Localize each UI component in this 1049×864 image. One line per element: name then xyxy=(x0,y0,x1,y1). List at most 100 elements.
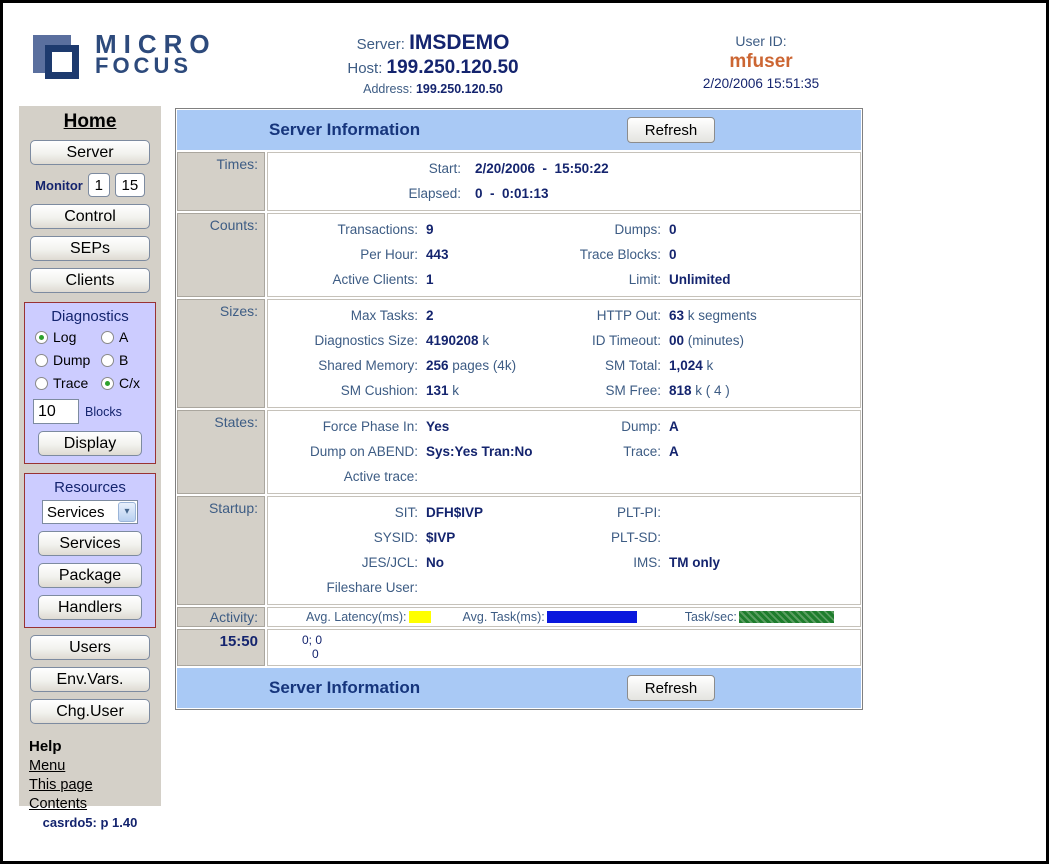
host-label: Host: xyxy=(347,60,382,77)
latency-color-swatch xyxy=(409,611,431,623)
radio-b-icon[interactable] xyxy=(101,354,114,367)
task-ms-legend-label: Avg. Task(ms): xyxy=(463,610,545,624)
radio-trace-icon[interactable] xyxy=(35,377,48,390)
radio-cx[interactable]: C/x xyxy=(101,375,157,391)
info-line: Per Hour:443Trace Blocks:0 xyxy=(268,242,860,267)
info-row-label: Times: xyxy=(177,152,265,211)
help-link-menu[interactable]: Menu xyxy=(29,758,161,774)
sidebar: Home Server Monitor Control SEPs Clients… xyxy=(19,106,161,806)
diagnostics-panel: Diagnostics Log A Dump B Trace C/x Block… xyxy=(24,302,156,464)
diagnostics-radio-group: Log A Dump B Trace C/x xyxy=(35,329,151,391)
envvars-button[interactable]: Env.Vars. xyxy=(30,667,150,692)
blocks-controls: Blocks xyxy=(33,399,151,424)
radio-dump[interactable]: Dump xyxy=(35,352,101,368)
info-line: SM Cushion:131 kSM Free:818 k ( 4 ) xyxy=(268,378,860,403)
address-label: Address: xyxy=(363,82,412,96)
header-timestamp: 2/20/2006 15:51:35 xyxy=(651,76,871,91)
services-button[interactable]: Services xyxy=(38,531,142,556)
activity-row-label: Activity: xyxy=(177,607,265,627)
footer-title: Server Information xyxy=(269,678,420,698)
monitor-controls: Monitor xyxy=(19,173,161,197)
user-id-value: mfuser xyxy=(651,51,871,73)
info-line: Transactions:9Dumps:0 xyxy=(268,217,860,242)
info-line: SYSID:$IVPPLT-SD: xyxy=(268,525,860,550)
clients-button[interactable]: Clients xyxy=(30,268,150,293)
history-line-2: 0 xyxy=(302,647,860,661)
radio-cx-icon[interactable] xyxy=(101,377,114,390)
radio-a[interactable]: A xyxy=(101,329,157,345)
radio-log[interactable]: Log xyxy=(35,329,101,345)
radio-dump-icon[interactable] xyxy=(35,354,48,367)
radio-b[interactable]: B xyxy=(101,352,157,368)
user-id-label: User ID: xyxy=(651,33,871,49)
info-line: Elapsed:0 - 0:01:13 xyxy=(268,181,860,206)
info-row-label: States: xyxy=(177,410,265,494)
control-button[interactable]: Control xyxy=(30,204,150,229)
info-line: Diagnostics Size:4190208 kID Timeout:00 … xyxy=(268,328,860,353)
radio-a-icon[interactable] xyxy=(101,331,114,344)
radio-log-icon[interactable] xyxy=(35,331,48,344)
chguser-button[interactable]: Chg.User xyxy=(30,699,150,724)
info-row: Startup:SIT:DFH$IVPPLT-PI:SYSID:$IVPPLT-… xyxy=(177,496,861,605)
version-text: casrdo5: p 1.40 xyxy=(19,815,161,830)
monitor-label: Monitor xyxy=(35,178,83,193)
blocks-label: Blocks xyxy=(85,405,122,419)
micro-focus-logo: MICRO FOCUS xyxy=(33,29,217,81)
resources-panel: Resources Services ▾ Services Package Ha… xyxy=(24,473,156,628)
server-information-header: Server Information Refresh xyxy=(177,110,861,150)
info-line: Fileshare User: xyxy=(268,575,860,600)
radio-trace[interactable]: Trace xyxy=(35,375,101,391)
server-identity: Server: IMSDEMO Host: 199.250.120.50 Add… xyxy=(288,31,578,96)
info-row-content: SIT:DFH$IVPPLT-PI:SYSID:$IVPPLT-SD:JES/J… xyxy=(267,496,861,605)
info-row-label: Sizes: xyxy=(177,299,265,408)
history-time-label: 15:50 xyxy=(177,629,265,666)
server-button[interactable]: Server xyxy=(30,140,150,165)
host-value: 199.250.120.50 xyxy=(387,57,519,78)
help-block: Help Menu This page Contents xyxy=(29,738,161,812)
history-row: 15:50 0; 0 0 xyxy=(177,629,861,666)
footer-refresh-button[interactable]: Refresh xyxy=(627,675,715,701)
blocks-input[interactable] xyxy=(33,399,79,424)
package-button[interactable]: Package xyxy=(38,563,142,588)
monitor-count-input[interactable] xyxy=(115,173,145,197)
activity-row: Activity: Avg. Latency(ms): Avg. Task(ms… xyxy=(177,607,861,627)
info-row-label: Startup: xyxy=(177,496,265,605)
monitor-interval-input[interactable] xyxy=(88,173,110,197)
admin-page: MICRO FOCUS Server: IMSDEMO Host: 199.25… xyxy=(0,0,1049,864)
refresh-button[interactable]: Refresh xyxy=(627,117,715,143)
history-values: 0; 0 0 xyxy=(268,632,860,663)
info-row-content: Transactions:9Dumps:0Per Hour:443Trace B… xyxy=(267,213,861,297)
info-line: Dump on ABEND:Sys:Yes Tran:NoTrace:A xyxy=(268,439,860,464)
diagnostics-title: Diagnostics xyxy=(29,308,151,325)
info-line: JES/JCL:NoIMS:TM only xyxy=(268,550,860,575)
user-identity: User ID: mfuser 2/20/2006 15:51:35 xyxy=(651,33,871,91)
info-row: Counts:Transactions:9Dumps:0Per Hour:443… xyxy=(177,213,861,297)
server-information-footer: Server Information Refresh xyxy=(177,668,861,708)
main-content: Server Information Refresh Times:Start:2… xyxy=(175,108,863,710)
info-row: Sizes:Max Tasks:2HTTP Out:63 k segmentsD… xyxy=(177,299,861,408)
task-sec-legend-label: Task/sec: xyxy=(685,610,737,624)
resources-select-value: Services xyxy=(43,504,118,521)
info-row: States:Force Phase In:YesDump:ADump on A… xyxy=(177,410,861,494)
server-label: Server: xyxy=(357,36,405,53)
help-link-this-page[interactable]: This page xyxy=(29,777,161,793)
help-link-contents[interactable]: Contents xyxy=(29,796,161,812)
info-row: Times:Start:2/20/2006 - 15:50:22Elapsed:… xyxy=(177,152,861,211)
info-row-content: Start:2/20/2006 - 15:50:22Elapsed:0 - 0:… xyxy=(267,152,861,211)
latency-legend-label: Avg. Latency(ms): xyxy=(306,610,407,624)
info-rows: Times:Start:2/20/2006 - 15:50:22Elapsed:… xyxy=(177,152,861,605)
resources-select[interactable]: Services ▾ xyxy=(42,500,138,524)
info-line: Max Tasks:2HTTP Out:63 k segments xyxy=(268,303,860,328)
task-ms-bar xyxy=(547,611,637,623)
handlers-button[interactable]: Handlers xyxy=(38,595,142,620)
seps-button[interactable]: SEPs xyxy=(30,236,150,261)
info-line: Active trace: xyxy=(268,464,860,489)
server-information-table: Server Information Refresh Times:Start:2… xyxy=(175,108,863,710)
address-value: 199.250.120.50 xyxy=(416,82,503,96)
display-button[interactable]: Display xyxy=(38,431,142,456)
users-button[interactable]: Users xyxy=(30,635,150,660)
server-name: IMSDEMO xyxy=(409,31,509,54)
info-line: Start:2/20/2006 - 15:50:22 xyxy=(268,156,860,181)
chevron-down-icon[interactable]: ▾ xyxy=(118,502,136,522)
home-link[interactable]: Home xyxy=(19,111,161,133)
